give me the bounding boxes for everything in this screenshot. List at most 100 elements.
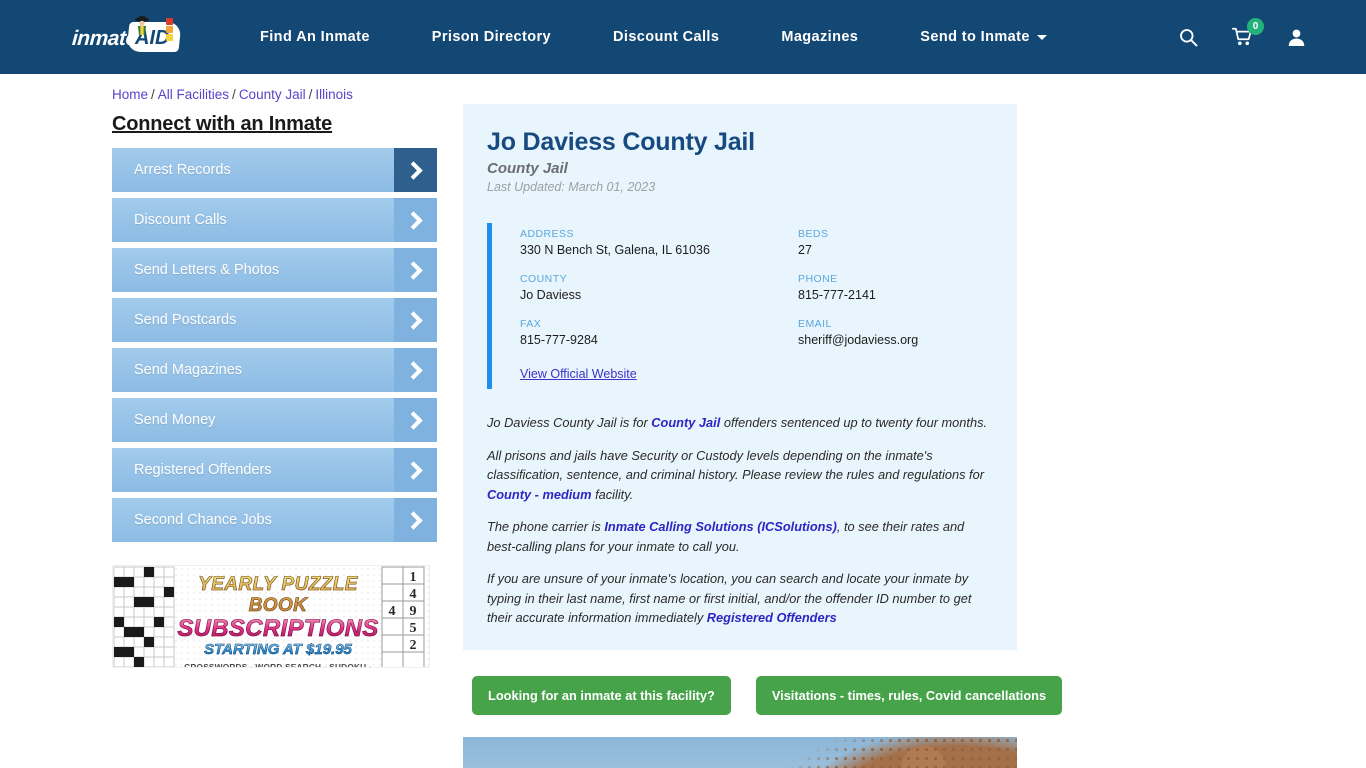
page-title: Jo Daviess County Jail <box>487 128 755 156</box>
main-content: Jo Daviess County Jail County Jail Last … <box>452 104 1366 768</box>
sidebar-item-second-chance-jobs[interactable]: Second Chance Jobs <box>112 498 437 542</box>
field-value: Jo Daviess <box>520 288 582 302</box>
sidebar-item-send-postcards[interactable]: Send Postcards <box>112 298 437 342</box>
sidebar: Connect with an Inmate Arrest Records Di… <box>112 104 452 668</box>
ad-line-1: YEARLY PUZZLE BOOK <box>175 574 381 617</box>
nav-link-discount-calls[interactable]: Discount Calls <box>613 21 719 53</box>
breadcrumb-item-home[interactable]: Home <box>112 87 148 102</box>
search-icon[interactable] <box>1179 28 1198 47</box>
sidebar-item-label: Send Letters & Photos <box>134 262 280 278</box>
facility-photo <box>463 736 1017 768</box>
facility-description: Jo Daviess County Jail is for County Jai… <box>487 413 993 628</box>
field-label: COUNTY <box>520 273 568 285</box>
chevron-right-icon <box>394 398 437 442</box>
svg-text:4: 4 <box>410 587 417 602</box>
link-registered-offenders[interactable]: Registered Offenders <box>707 610 837 625</box>
nav-link-magazines[interactable]: Magazines <box>781 21 858 53</box>
field-label: BEDS <box>798 228 829 240</box>
inmateaid-logo[interactable]: inmate AID <box>70 14 190 60</box>
ad-line-2: SUBSCRIPTIONS <box>175 616 381 642</box>
field-value: 815-777-2141 <box>798 288 876 302</box>
chevron-right-icon <box>394 498 437 542</box>
svg-text:9: 9 <box>410 604 417 619</box>
sudoku-grid-icon: 1 4 4 9 5 2 <box>381 566 425 667</box>
sidebar-item-label: Send Money <box>134 412 216 428</box>
chevron-right-icon <box>394 248 437 292</box>
visitations-button[interactable]: Visitations - times, rules, Covid cancel… <box>755 675 1063 715</box>
puzzle-book-ad-banner[interactable]: 1 4 4 9 5 2 YEARLY PUZZLE BOOK SUBSCRIPT… <box>112 565 430 668</box>
svg-text:2: 2 <box>410 638 417 653</box>
photo-tree-foliage <box>787 736 1017 768</box>
field-label: ADDRESS <box>520 228 574 240</box>
user-icon[interactable] <box>1287 28 1306 47</box>
sidebar-item-send-magazines[interactable]: Send Magazines <box>112 348 437 392</box>
sidebar-item-discount-calls[interactable]: Discount Calls <box>112 198 437 242</box>
desc-text: The phone carrier is <box>487 519 605 534</box>
ad-line-4: CROSSWORDS · WORD SEARCH · SUDOKU · BRAI… <box>184 662 372 668</box>
sidebar-item-label: Registered Offenders <box>134 462 272 478</box>
view-official-website-link[interactable]: View Official Website <box>520 367 637 381</box>
breadcrumb-item-county-jail[interactable]: County Jail <box>239 87 306 102</box>
cart-count-badge: 0 <box>1247 18 1264 35</box>
chevron-right-icon <box>394 148 437 192</box>
ad-text-block: YEARLY PUZZLE BOOK SUBSCRIPTIONS STARTIN… <box>175 574 381 668</box>
field-label: EMAIL <box>798 318 832 330</box>
breadcrumb-item-illinois[interactable]: Illinois <box>315 87 353 102</box>
field-value: 330 N Bench St, Galena, IL 61036 <box>520 243 710 257</box>
field-value: 27 <box>798 243 812 257</box>
field-value: sheriff@jodaviess.org <box>798 333 919 347</box>
breadcrumb: Home / All Facilities / County Jail / Illinois <box>112 74 1366 104</box>
nav-utility-icons: 0 <box>1179 18 1306 47</box>
logo-mascot-icon <box>135 16 149 35</box>
desc-text: All prisons and jails have Security or C… <box>487 447 984 483</box>
sidebar-title: Connect with an Inmate <box>112 113 333 135</box>
svg-text:1: 1 <box>410 570 417 585</box>
breadcrumb-separator: / <box>151 87 155 102</box>
sidebar-item-label: Second Chance Jobs <box>134 512 272 528</box>
facility-field-county: COUNTY Jo Daviess <box>520 273 798 302</box>
nav-link-prison-directory[interactable]: Prison Directory <box>432 21 551 53</box>
facility-field-email: EMAIL sheriff@jodaviess.org <box>798 318 993 347</box>
sidebar-item-label: Arrest Records <box>134 162 231 178</box>
description-paragraph-1: Jo Daviess County Jail is for County Jai… <box>487 413 993 433</box>
chevron-right-icon <box>394 198 437 242</box>
link-county-medium[interactable]: County - medium <box>487 487 592 502</box>
sidebar-item-registered-offenders[interactable]: Registered Offenders <box>112 448 437 492</box>
chevron-right-icon <box>394 298 437 342</box>
description-paragraph-2: All prisons and jails have Security or C… <box>487 446 993 505</box>
facility-field-address: ADDRESS 330 N Bench St, Galena, IL 61036 <box>520 228 798 257</box>
cta-button-row: Looking for an inmate at this facility? … <box>463 675 1366 715</box>
inmate-search-button[interactable]: Looking for an inmate at this facility? <box>472 675 731 715</box>
sidebar-item-label: Discount Calls <box>134 212 227 228</box>
facility-details-grid: ADDRESS 330 N Bench St, Galena, IL 61036… <box>520 228 993 347</box>
facility-field-fax: FAX 815-777-9284 <box>520 318 798 347</box>
facility-type: County Jail <box>487 160 568 177</box>
link-county-jail[interactable]: County Jail <box>651 415 720 430</box>
desc-text: Jo Daviess County Jail is for <box>487 415 652 430</box>
link-icsolutions[interactable]: Inmate Calling Solutions (ICSolutions) <box>604 519 836 534</box>
description-paragraph-3: The phone carrier is Inmate Calling Solu… <box>487 517 993 556</box>
sidebar-item-send-money[interactable]: Send Money <box>112 398 437 442</box>
breadcrumb-separator: / <box>232 87 236 102</box>
page-content: Home / All Facilities / County Jail / Illinois… <box>0 74 1366 768</box>
nav-dropdown-send-to-inmate[interactable]: Send to Inmate <box>920 21 1047 53</box>
top-navigation-bar: inmate AID Find An Inmate Prison Directo… <box>0 0 1366 74</box>
chevron-right-icon <box>394 348 437 392</box>
ad-line-3: STARTING AT $19.95 <box>175 641 381 659</box>
nav-link-find-an-inmate[interactable]: Find An Inmate <box>260 21 370 53</box>
facility-details-block: ADDRESS 330 N Bench St, Galena, IL 61036… <box>487 223 993 389</box>
sidebar-item-label: Send Postcards <box>134 312 237 328</box>
two-column-layout: Connect with an Inmate Arrest Records Di… <box>112 104 1366 768</box>
svg-text:4: 4 <box>389 604 396 619</box>
main-nav-links: Find An Inmate Prison Directory Discount… <box>260 21 1179 53</box>
sidebar-item-send-letters-photos[interactable]: Send Letters & Photos <box>112 248 437 292</box>
breadcrumb-item-all-facilities[interactable]: All Facilities <box>158 87 229 102</box>
last-updated-text: Last Updated: March 01, 2023 <box>487 180 656 194</box>
facility-info-panel: Jo Daviess County Jail County Jail Last … <box>463 104 1017 650</box>
sidebar-item-arrest-records[interactable]: Arrest Records <box>112 148 437 192</box>
logo-word-inmate: inmate <box>71 27 138 50</box>
desc-text: offenders sentenced up to twenty four mo… <box>720 415 988 430</box>
facility-field-beds: BEDS 27 <box>798 228 993 257</box>
svg-text:5: 5 <box>410 621 417 636</box>
cart-icon[interactable]: 0 <box>1232 18 1264 47</box>
